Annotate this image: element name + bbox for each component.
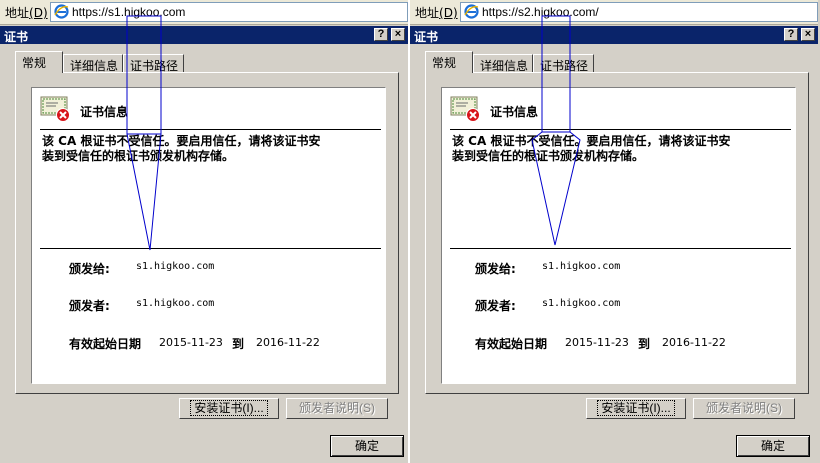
issued-to-label: 颁发给: — [69, 262, 110, 276]
ok-button[interactable]: 确定 — [330, 435, 404, 457]
dialog-titlebar: 证书 ? × — [0, 26, 408, 44]
valid-to-date: 2016-11-22 — [662, 336, 726, 349]
install-certificate-label: 安装证书(I)... — [190, 400, 268, 416]
close-button[interactable]: × — [801, 28, 815, 41]
address-bar: 地址(D) https://s2.higkoo.com/ — [410, 0, 818, 25]
tab-details[interactable]: 详细信息 — [63, 54, 123, 73]
issuer-statement-label: 颁发者说明(S) — [299, 401, 375, 415]
certificate-info-title: 证书信息 — [80, 105, 129, 119]
address-url: https://s1.higkoo.com — [72, 5, 186, 19]
valid-from-label: 有效起始日期 — [69, 337, 142, 351]
valid-from-label: 有效起始日期 — [475, 337, 548, 351]
warning-line: 该 CA 根证书不受信任。要启用信任，请将该证书安 — [452, 134, 731, 148]
issued-by-label: 颁发者: — [475, 299, 516, 313]
install-certificate-button[interactable]: 安装证书(I)... — [179, 398, 279, 419]
dialog-title: 证书 — [414, 30, 439, 44]
untrusted-warning: 该 CA 根证书不受信任。要启用信任，请将该证书安 装到受信任的根证书颁发机构存… — [452, 134, 797, 164]
tab-general[interactable]: 常规 — [15, 51, 63, 73]
valid-to-date: 2016-11-22 — [256, 336, 320, 349]
address-url: https://s2.higkoo.com/ — [482, 5, 599, 19]
tab-details[interactable]: 详细信息 — [473, 54, 533, 73]
tab-label: 常规 — [22, 56, 47, 70]
untrusted-warning: 该 CA 根证书不受信任。要启用信任，请将该证书安 装到受信任的根证书颁发机构存… — [42, 134, 387, 164]
certificate-error-icon — [450, 96, 480, 122]
valid-to-label: 到 — [638, 337, 651, 351]
tab-label: 证书路径 — [130, 59, 179, 73]
address-label: 地址(D) — [5, 6, 48, 20]
close-button[interactable]: × — [391, 28, 405, 41]
issuer-statement-label: 颁发者说明(S) — [706, 401, 782, 415]
address-input[interactable]: https://s2.higkoo.com/ — [460, 2, 818, 22]
ok-label: 确定 — [354, 438, 379, 453]
issued-to-value: s1.higkoo.com — [542, 261, 621, 272]
divider — [40, 248, 381, 249]
issuer-statement-button[interactable]: 颁发者说明(S) — [286, 398, 388, 419]
certificate-info-title: 证书信息 — [490, 105, 539, 119]
tab-label: 证书路径 — [540, 59, 589, 73]
tab-label: 详细信息 — [480, 59, 529, 73]
issued-by-value: s1.higkoo.com — [136, 298, 215, 309]
certificate-info-panel: 证书信息 该 CA 根证书不受信任。要启用信任，请将该证书安 装到受信任的根证书… — [31, 87, 386, 384]
internet-explorer-icon — [54, 4, 69, 19]
certificate-window-left: 地址(D) https://s1.higkoo.com 证书 ? × 常规 详细… — [0, 0, 408, 463]
address-bar: 地址(D) https://s1.higkoo.com — [0, 0, 408, 25]
certificate-window-right: 地址(D) https://s2.higkoo.com/ 证书 ? × 常规 详… — [410, 0, 818, 463]
warning-line: 装到受信任的根证书颁发机构存储。 — [42, 149, 235, 163]
issued-to-label: 颁发给: — [475, 262, 516, 276]
help-button[interactable]: ? — [784, 28, 798, 41]
tab-label: 详细信息 — [70, 59, 119, 73]
issuer-statement-button[interactable]: 颁发者说明(S) — [693, 398, 795, 419]
valid-to-label: 到 — [232, 337, 245, 351]
issued-by-label: 颁发者: — [69, 299, 110, 313]
ok-label: 确定 — [760, 438, 785, 453]
divider — [40, 129, 381, 130]
install-certificate-button[interactable]: 安装证书(I)... — [586, 398, 686, 419]
internet-explorer-icon — [464, 4, 479, 19]
certificate-info-panel: 证书信息 该 CA 根证书不受信任。要启用信任，请将该证书安 装到受信任的根证书… — [441, 87, 796, 384]
address-label: 地址(D) — [415, 6, 458, 20]
install-certificate-label: 安装证书(I)... — [597, 400, 675, 416]
warning-line: 该 CA 根证书不受信任。要启用信任，请将该证书安 — [42, 134, 321, 148]
valid-from-date: 2015-11-23 — [565, 336, 629, 349]
tab-certification-path[interactable]: 证书路径 — [123, 54, 184, 73]
certificate-error-icon — [40, 96, 70, 122]
address-input[interactable]: https://s1.higkoo.com — [50, 2, 408, 22]
tab-general[interactable]: 常规 — [425, 51, 473, 73]
issued-to-value: s1.higkoo.com — [136, 261, 215, 272]
dialog-title: 证书 — [4, 30, 29, 44]
divider — [450, 129, 791, 130]
valid-from-date: 2015-11-23 — [159, 336, 223, 349]
help-button[interactable]: ? — [374, 28, 388, 41]
divider — [450, 248, 791, 249]
tab-label: 常规 — [432, 56, 457, 70]
issued-by-value: s1.higkoo.com — [542, 298, 621, 309]
dialog-titlebar: 证书 ? × — [410, 26, 818, 44]
warning-line: 装到受信任的根证书颁发机构存储。 — [452, 149, 645, 163]
tab-certification-path[interactable]: 证书路径 — [533, 54, 594, 73]
ok-button[interactable]: 确定 — [736, 435, 810, 457]
